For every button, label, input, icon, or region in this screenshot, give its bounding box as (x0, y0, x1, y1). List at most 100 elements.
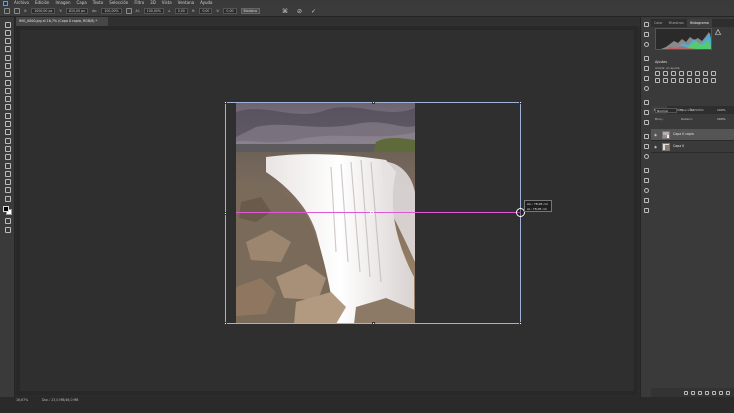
layer-comps-icon[interactable] (643, 178, 649, 183)
glyphs-icon[interactable] (643, 120, 649, 125)
document-info[interactable]: Doc.: 23,0 MB/46,0 MB (42, 398, 78, 402)
posterize-icon[interactable] (687, 78, 692, 83)
levels-icon[interactable] (663, 71, 668, 76)
character-icon[interactable] (643, 100, 649, 105)
tab-color[interactable]: Color (651, 19, 666, 27)
cancel-icon[interactable]: ⊘ (297, 8, 302, 15)
healing-brush-tool-icon[interactable] (4, 79, 11, 86)
lasso-tool-icon[interactable] (4, 38, 11, 45)
histogram-warning-icon[interactable] (714, 28, 722, 36)
pen-tool-icon[interactable] (4, 145, 11, 152)
styles-icon[interactable] (643, 144, 649, 149)
history-icon[interactable] (643, 22, 649, 27)
opacity-value[interactable]: 100% (717, 108, 726, 112)
transform-handle-bottom-center[interactable] (372, 322, 375, 325)
more-tools-icon[interactable] (4, 195, 11, 202)
timeline-icon[interactable] (643, 168, 649, 173)
transform-handle-top-left[interactable] (224, 101, 227, 104)
rectangle-tool-icon[interactable] (4, 170, 11, 177)
crop-tool-icon[interactable] (4, 54, 11, 61)
v-skew-field[interactable]: 0,00 (223, 8, 237, 14)
visibility-eye-icon[interactable]: ◉ (654, 133, 657, 137)
eyedropper-tool-icon[interactable] (4, 71, 11, 78)
gradient-map-icon[interactable] (703, 78, 708, 83)
gradient-tool-icon[interactable] (4, 121, 11, 128)
photoshop-logo-icon[interactable] (3, 0, 8, 6)
libraries-icon[interactable] (643, 134, 649, 139)
transform-handle-middle-left[interactable] (224, 212, 227, 215)
layer-name[interactable]: Capa 0 (673, 144, 684, 148)
y-field[interactable]: 815,00 px (65, 8, 89, 14)
move-tool-icon[interactable] (4, 21, 11, 28)
layer-name[interactable]: Capa 0 copia (673, 132, 694, 136)
quick-mask-icon[interactable] (4, 218, 11, 225)
tab-histograma[interactable]: Histograma (686, 19, 712, 27)
marquee-tool-icon[interactable] (4, 29, 11, 36)
type-tool-icon[interactable] (4, 154, 11, 161)
transform-handle-top-center[interactable] (372, 101, 375, 104)
dodge-tool-icon[interactable] (4, 137, 11, 144)
threshold-icon[interactable] (695, 78, 700, 83)
swatches-icon[interactable] (643, 198, 649, 203)
patterns-icon[interactable] (643, 208, 649, 213)
history-brush-tool-icon[interactable] (4, 104, 11, 111)
navigator-icon[interactable] (643, 154, 649, 159)
h-skew-field[interactable]: 0,00 (199, 8, 213, 14)
transform-handle-bottom-left[interactable] (224, 322, 227, 325)
clone-stamp-tool-icon[interactable] (4, 96, 11, 103)
visibility-eye-icon[interactable]: ◉ (654, 145, 657, 149)
path-selection-tool-icon[interactable] (4, 162, 11, 169)
clone-source-icon[interactable] (643, 86, 649, 91)
hue-saturation-icon[interactable] (695, 71, 700, 76)
link-icon[interactable] (125, 8, 132, 14)
vibrance-icon[interactable] (687, 71, 692, 76)
exposure-icon[interactable] (679, 71, 684, 76)
frame-tool-icon[interactable] (4, 62, 11, 69)
new-group-icon[interactable] (712, 390, 716, 395)
transform-handle-bottom-right[interactable] (519, 322, 522, 325)
black-white-icon[interactable] (711, 71, 716, 76)
transform-tool-icon[interactable] (4, 8, 10, 14)
layer-style-icon[interactable] (691, 390, 695, 395)
document-tab[interactable]: IMG_0000.jpg al 16,7% (Capa 0 copia, RGB… (16, 17, 108, 26)
new-adjustment-icon[interactable] (705, 390, 709, 395)
actions-icon[interactable] (643, 32, 649, 37)
color-lookup-icon[interactable] (671, 78, 676, 83)
brush-settings-icon[interactable] (643, 76, 649, 81)
layer-row-capa-0[interactable]: ◉ Capa 0 (651, 141, 734, 153)
add-mask-icon[interactable] (698, 390, 702, 395)
selective-color-icon[interactable] (711, 78, 716, 83)
reference-point-icon[interactable] (370, 211, 374, 215)
interpolation-select[interactable]: Bicúbica (240, 8, 260, 14)
tab-muestras[interactable]: Muestras (666, 19, 687, 27)
height-field[interactable]: 100,00% (143, 8, 164, 14)
3d-icon[interactable] (643, 188, 649, 193)
link-layers-icon[interactable] (684, 390, 688, 395)
invert-icon[interactable] (679, 78, 684, 83)
new-layer-icon[interactable] (719, 390, 723, 395)
hand-tool-icon[interactable] (4, 179, 11, 186)
brush-tool-icon[interactable] (4, 87, 11, 94)
x-field[interactable]: 1000,00 px (31, 8, 56, 14)
blend-mode-select[interactable]: Normal (655, 108, 677, 113)
brushes-icon[interactable] (643, 66, 649, 71)
foreground-color-swatch[interactable] (2, 205, 9, 212)
zoom-level[interactable]: 16,67% (16, 398, 28, 402)
eraser-tool-icon[interactable] (4, 112, 11, 119)
commit-icon[interactable]: ✓ (311, 8, 316, 15)
info-icon[interactable] (643, 42, 649, 47)
delete-layer-icon[interactable] (726, 390, 730, 395)
quick-selection-tool-icon[interactable] (4, 46, 11, 53)
screen-mode-icon[interactable] (4, 226, 11, 233)
properties-icon[interactable] (643, 56, 649, 61)
width-field[interactable]: 100,00% (101, 8, 122, 14)
channel-mixer-icon[interactable] (663, 78, 668, 83)
transform-handle-top-right[interactable] (519, 101, 522, 104)
angle-field[interactable]: 0,00 (174, 8, 188, 14)
zoom-tool-icon[interactable] (4, 187, 11, 194)
fill-value[interactable]: 100% (717, 117, 726, 121)
reference-point-icon[interactable] (14, 8, 20, 14)
color-swatches[interactable] (2, 205, 12, 215)
photo-filter-icon[interactable] (655, 78, 660, 83)
color-balance-icon[interactable] (703, 71, 708, 76)
